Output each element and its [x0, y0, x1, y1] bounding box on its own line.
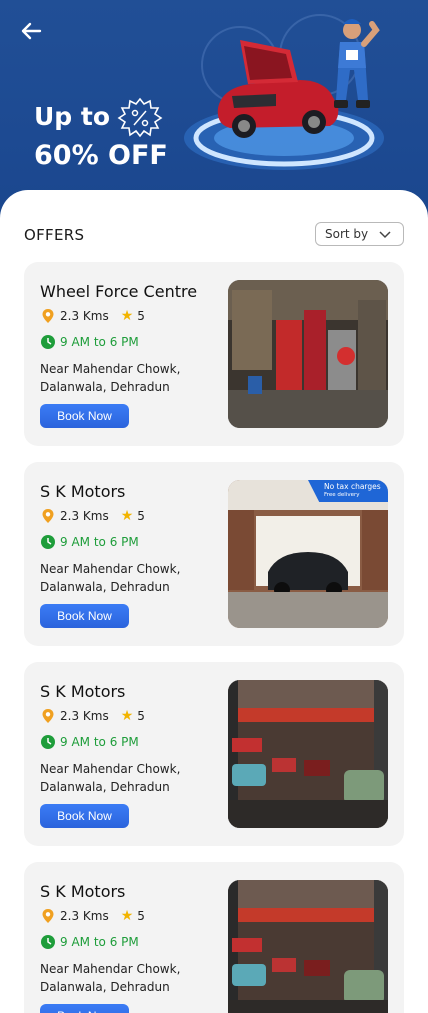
hours-value: 9 AM to 6 PM [60, 335, 139, 349]
address: Near Mahendar Chowk, Dalanwala, Dehradun [40, 960, 210, 996]
arrow-left-icon [21, 22, 42, 40]
promo-headline: Up to 60% OFF [34, 96, 168, 174]
garage-photo: No tax charges Free delivery [228, 480, 388, 628]
book-now-button[interactable]: Book Now [40, 804, 129, 828]
address-line2: Dalanwala, Dehradun [40, 580, 170, 594]
distance-value: 2.3 Kms [60, 309, 109, 323]
distance-value: 2.3 Kms [60, 509, 109, 523]
offers-sheet: OFFERS Sort by Wheel Force Centre 2.3 Km… [0, 190, 428, 1013]
book-now-button[interactable]: Book Now [40, 1004, 129, 1013]
chevron-down-icon [379, 231, 391, 239]
address: Near Mahendar Chowk, Dalanwala, Dehradun [40, 760, 210, 796]
clock-icon [40, 534, 56, 550]
offers-heading: OFFERS [24, 226, 85, 244]
sort-label: Sort by [325, 227, 369, 241]
distance-rating-row: 2.3 Kms ★ 5 [40, 508, 145, 524]
hours-row: 9 AM to 6 PM [40, 534, 139, 550]
book-now-button[interactable]: Book Now [40, 604, 129, 628]
address: Near Mahendar Chowk, Dalanwala, Dehradun [40, 360, 210, 396]
badge-title: No tax charges [324, 482, 381, 491]
distance-value: 2.3 Kms [60, 709, 109, 723]
clock-icon [40, 334, 56, 350]
promo-line1: Up to [34, 102, 111, 131]
promo-line2: 60% OFF [34, 140, 168, 171]
promo-badge: No tax charges Free delivery [308, 480, 388, 502]
back-button[interactable] [16, 16, 46, 46]
garage-card[interactable]: S K Motors 2.3 Kms ★ 5 9 AM to 6 PM Near… [24, 862, 404, 1013]
garage-card[interactable]: S K Motors 2.3 Kms ★ 5 9 AM to 6 PM Near… [24, 462, 404, 646]
rating-value: 5 [137, 709, 145, 723]
address-line2: Dalanwala, Dehradun [40, 380, 170, 394]
clock-icon [40, 734, 56, 750]
garage-photo [228, 880, 388, 1013]
hours-value: 9 AM to 6 PM [60, 935, 139, 949]
distance-rating-row: 2.3 Kms ★ 5 [40, 708, 145, 724]
garage-name: S K Motors [40, 882, 126, 901]
garage-photo [228, 280, 388, 428]
rating-value: 5 [137, 309, 145, 323]
hours-row: 9 AM to 6 PM [40, 734, 139, 750]
location-pin-icon [40, 908, 56, 924]
star-icon: ★ [120, 308, 134, 324]
rating-value: 5 [137, 909, 145, 923]
garage-card[interactable]: Wheel Force Centre 2.3 Kms ★ 5 9 AM to 6… [24, 262, 404, 446]
address-line1: Near Mahendar Chowk, [40, 362, 181, 376]
garage-card[interactable]: S K Motors 2.3 Kms ★ 5 9 AM to 6 PM Near… [24, 662, 404, 846]
mechanic-car-illustration [184, 14, 384, 170]
distance-rating-row: 2.3 Kms ★ 5 [40, 908, 145, 924]
distance-rating-row: 2.3 Kms ★ 5 [40, 308, 145, 324]
address-line1: Near Mahendar Chowk, [40, 762, 181, 776]
address: Near Mahendar Chowk, Dalanwala, Dehradun [40, 560, 210, 596]
rating-value: 5 [137, 509, 145, 523]
location-pin-icon [40, 708, 56, 724]
address-line1: Near Mahendar Chowk, [40, 962, 181, 976]
hours-row: 9 AM to 6 PM [40, 934, 139, 950]
badge-subtitle: Free delivery [324, 492, 360, 498]
sort-dropdown[interactable]: Sort by [315, 222, 404, 246]
garage-name: Wheel Force Centre [40, 282, 198, 301]
clock-icon [40, 934, 56, 950]
hours-row: 9 AM to 6 PM [40, 334, 139, 350]
address-line2: Dalanwala, Dehradun [40, 780, 170, 794]
star-icon: ★ [120, 908, 134, 924]
distance-value: 2.3 Kms [60, 909, 109, 923]
address-line2: Dalanwala, Dehradun [40, 980, 170, 994]
garage-name: S K Motors [40, 482, 126, 501]
garage-photo [228, 680, 388, 828]
discount-badge-icon [117, 97, 163, 138]
location-pin-icon [40, 508, 56, 524]
hours-value: 9 AM to 6 PM [60, 535, 139, 549]
star-icon: ★ [120, 508, 134, 524]
location-pin-icon [40, 308, 56, 324]
garage-name: S K Motors [40, 682, 126, 701]
address-line1: Near Mahendar Chowk, [40, 562, 181, 576]
hours-value: 9 AM to 6 PM [60, 735, 139, 749]
book-now-button[interactable]: Book Now [40, 404, 129, 428]
star-icon: ★ [120, 708, 134, 724]
